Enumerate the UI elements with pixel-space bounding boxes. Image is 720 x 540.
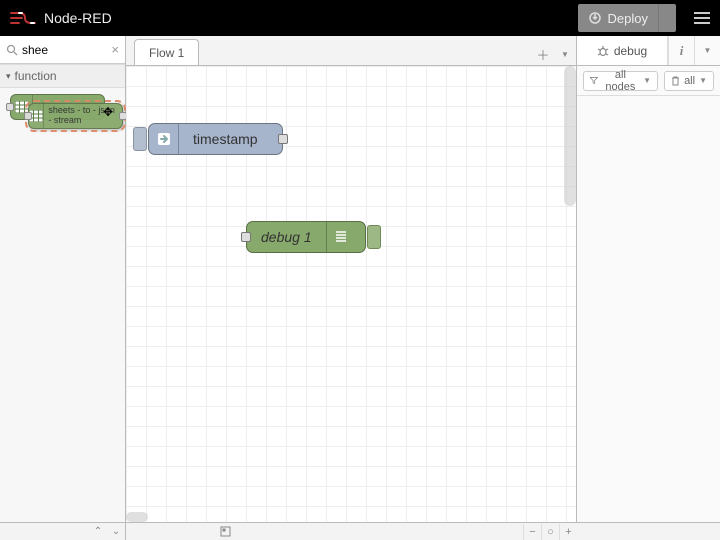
main-menu-button[interactable]: [684, 0, 720, 36]
flow-tabs-menu-button[interactable]: ▼: [554, 43, 576, 65]
drag-ghost-node[interactable]: sheets - to - json - stream: [28, 103, 123, 129]
search-icon: [6, 44, 18, 56]
flow-tab[interactable]: Flow 1: [134, 39, 199, 65]
debug-clear-button[interactable]: all ▼: [664, 71, 714, 91]
palette-category-body: sheets - to sheets - to - json - stream …: [0, 88, 125, 126]
debug-icon: [326, 222, 356, 252]
node-palette: × ▾ function sheets - to sheets - to -: [0, 36, 126, 522]
add-flow-button[interactable]: ＋: [532, 43, 554, 65]
trash-icon: [671, 76, 680, 86]
navigator-button[interactable]: [216, 524, 234, 540]
inject-trigger-button[interactable]: [133, 127, 147, 151]
zoom-in-button[interactable]: +: [559, 524, 577, 540]
deploy-caret-button[interactable]: ▼: [658, 4, 676, 32]
bug-icon: [597, 45, 609, 57]
node-input-port[interactable]: [241, 232, 251, 242]
filter-icon: [590, 76, 598, 85]
debug-filter-button[interactable]: all nodes ▼: [583, 71, 658, 91]
inject-arrow-icon: [149, 124, 179, 154]
deploy-button[interactable]: Deploy: [578, 4, 658, 32]
sidebar: debug i ▼ all nodes ▼ all ▼: [577, 36, 720, 522]
flow-tabs: Flow 1 ＋ ▼: [126, 36, 576, 66]
navigator-icon: [220, 526, 231, 537]
horizontal-scrollbar[interactable]: [126, 512, 148, 522]
nodered-logo-icon: [10, 9, 36, 27]
node-output-port[interactable]: [278, 134, 288, 144]
sidebar-tabs-menu-button[interactable]: ▼: [694, 36, 720, 65]
palette-footer: ⌃ ⌄: [0, 522, 126, 540]
flow-canvas[interactable]: timestamp debug 1: [126, 66, 576, 522]
hamburger-icon: [693, 11, 711, 25]
palette-search-input[interactable]: [22, 43, 107, 57]
palette-search: ×: [0, 36, 125, 64]
sidebar-tab-debug[interactable]: debug: [577, 36, 668, 65]
debug-node[interactable]: debug 1: [246, 221, 366, 253]
palette-collapse-up-button[interactable]: ⌃: [89, 524, 107, 540]
app-brand-text: Node-RED: [44, 10, 112, 26]
palette-category-header[interactable]: ▾ function: [0, 64, 125, 88]
inject-node[interactable]: timestamp: [148, 123, 283, 155]
sidebar-info-button[interactable]: i: [668, 36, 694, 65]
debug-toggle-button[interactable]: [367, 225, 381, 249]
vertical-scrollbar[interactable]: [564, 66, 576, 206]
sidebar-tabs: debug i ▼: [577, 36, 720, 66]
deploy-icon: [588, 11, 602, 25]
app-header: Node-RED Deploy ▼: [0, 0, 720, 36]
node-input-port: [6, 103, 14, 111]
workspace-footer: − ○ +: [126, 522, 577, 540]
app-logo: Node-RED: [0, 9, 122, 27]
zoom-reset-button[interactable]: ○: [541, 524, 559, 540]
deploy-group: Deploy ▼: [578, 4, 676, 32]
zoom-out-button[interactable]: −: [523, 524, 541, 540]
sidebar-footer: [577, 522, 720, 540]
workspace: Flow 1 ＋ ▼ timestamp debug 1: [126, 36, 577, 522]
palette-expand-down-button[interactable]: ⌄: [107, 524, 125, 540]
debug-toolbar: all nodes ▼ all ▼: [577, 66, 720, 96]
clear-search-button[interactable]: ×: [111, 42, 119, 57]
chevron-down-icon: ▾: [6, 71, 11, 82]
